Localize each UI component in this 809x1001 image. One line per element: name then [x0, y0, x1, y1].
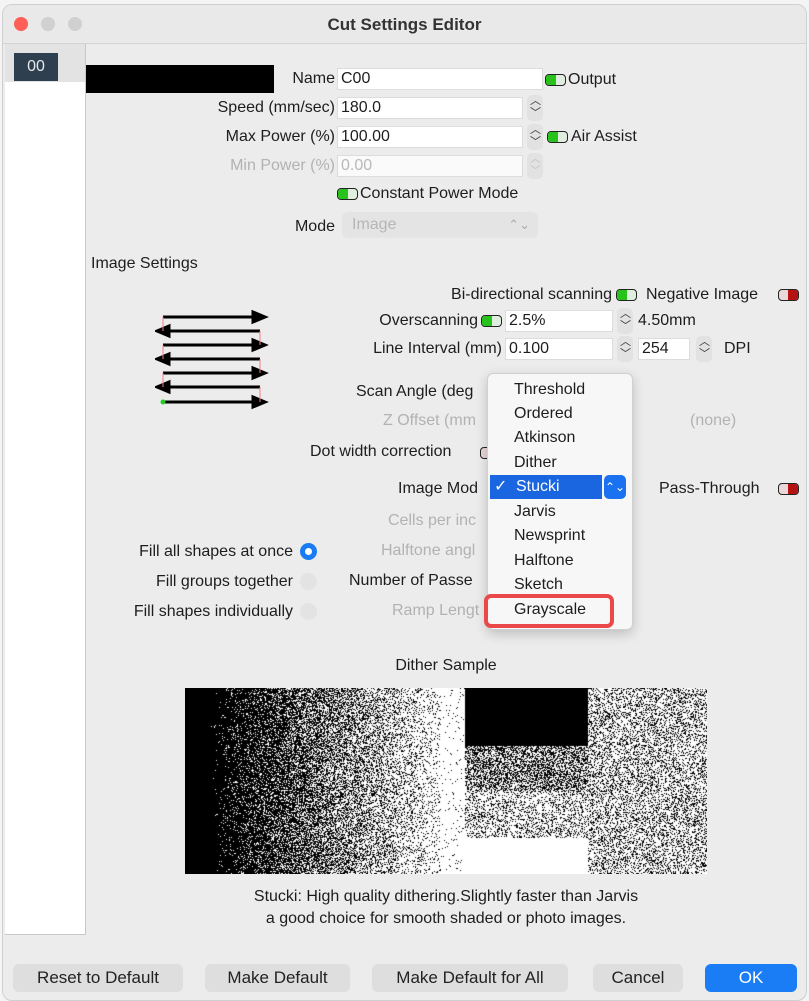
- ok-button[interactable]: OK: [705, 964, 797, 992]
- pass-through-toggle[interactable]: [778, 483, 799, 495]
- negative-image-label: Negative Image: [646, 286, 759, 303]
- menu-item-dither[interactable]: Dither: [488, 451, 632, 475]
- speed-stepper[interactable]: ︿ ﹀: [527, 95, 543, 121]
- image-mode-label: Image Mod: [398, 480, 479, 497]
- layer-item-00[interactable]: 00: [14, 53, 58, 81]
- fill-option-individual-label: Fill shapes individually: [133, 603, 293, 620]
- constant-power-toggle[interactable]: [337, 188, 358, 200]
- speed-input[interactable]: [337, 97, 523, 119]
- line-interval-input[interactable]: [505, 338, 613, 360]
- scan-pattern-diagram: [155, 309, 269, 410]
- overscanning-toggle[interactable]: [481, 315, 502, 327]
- make-default-button[interactable]: Make Default: [205, 964, 350, 992]
- cancel-button[interactable]: Cancel: [593, 964, 683, 992]
- cells-per-inch-label: Cells per inc: [388, 512, 477, 529]
- checkmark-icon: ✓: [494, 478, 508, 495]
- dpi-input[interactable]: [638, 338, 690, 360]
- max-power-input[interactable]: [337, 126, 523, 148]
- dot-width-label: Dot width correction: [310, 443, 452, 460]
- mode-select-value: Image: [352, 216, 397, 233]
- speed-label: Speed (mm/sec): [217, 99, 335, 116]
- overscanning-stepper[interactable]: ︿ ﹀: [617, 308, 633, 334]
- menu-item-newsprint[interactable]: Newsprint: [488, 524, 632, 548]
- menu-item-ordered[interactable]: Ordered: [488, 402, 632, 426]
- output-label: Output: [568, 71, 617, 88]
- negative-image-toggle[interactable]: [778, 289, 799, 301]
- max-power-label: Max Power (%): [225, 128, 335, 145]
- menu-item-stucki-label: Stucki: [516, 478, 560, 495]
- overscanning-input[interactable]: [505, 310, 613, 332]
- start-point-icon: [160, 399, 166, 405]
- max-power-stepper[interactable]: ︿ ﹀: [527, 124, 543, 150]
- output-toggle[interactable]: [545, 74, 566, 86]
- menu-item-threshold[interactable]: Threshold: [488, 378, 632, 402]
- ramp-length-label: Ramp Lengt: [392, 602, 480, 619]
- fill-option-individual-radio[interactable]: [300, 603, 317, 620]
- min-power-stepper: ︿ ﹀: [527, 153, 543, 179]
- menu-item-jarvis[interactable]: Jarvis: [488, 500, 632, 524]
- fill-option-groups-label: Fill groups together: [156, 573, 293, 590]
- constant-power-label: Constant Power Mode: [360, 185, 519, 202]
- image-settings-heading: Image Settings: [91, 255, 198, 272]
- reset-to-default-button[interactable]: Reset to Default: [13, 964, 183, 992]
- menu-item-atkinson[interactable]: Atkinson: [488, 426, 632, 450]
- image-mode-dropdown-menu: Threshold Ordered Atkinson Dither ✓ Stuck…: [487, 373, 633, 630]
- line-interval-label: Line Interval (mm): [373, 340, 502, 357]
- grayscale-annotation-box: [484, 594, 614, 628]
- dither-description-line1: Stucki: High quality dithering.Slightly …: [253, 888, 639, 905]
- scan-arrows: [155, 309, 269, 410]
- image-mode-select-chevron[interactable]: ⌃⌄: [604, 475, 626, 499]
- dpi-label: DPI: [724, 340, 751, 357]
- pass-through-label: Pass-Through: [659, 480, 760, 497]
- number-of-passes-label: Number of Passe: [349, 572, 473, 589]
- window-title: Cut Settings Editor: [327, 15, 482, 34]
- overscanning-distance: 4.50mm: [638, 312, 696, 329]
- title-bar: Cut Settings Editor: [3, 5, 806, 44]
- bidirectional-label: Bi-directional scanning: [451, 286, 612, 303]
- fill-option-groups-radio[interactable]: [300, 573, 317, 590]
- z-offset-none: (none): [690, 412, 737, 429]
- mode-label: Mode: [294, 218, 335, 235]
- menu-item-stucki[interactable]: ✓ Stucki: [490, 475, 602, 499]
- make-default-for-all-button[interactable]: Make Default for All: [372, 964, 568, 992]
- menu-item-halftone[interactable]: Halftone: [488, 549, 632, 573]
- halftone-angle-label: Halftone angl: [381, 542, 476, 559]
- fill-option-all-label: Fill all shapes at once: [139, 543, 293, 560]
- line-interval-stepper[interactable]: ︿ ﹀: [617, 336, 633, 362]
- layer-list[interactable]: 00: [5, 44, 86, 935]
- air-assist-toggle[interactable]: [547, 131, 568, 143]
- min-power-input: [337, 155, 523, 177]
- dither-sample-title: Dither Sample: [395, 657, 497, 674]
- z-offset-label: Z Offset (mm: [383, 412, 477, 429]
- scan-angle-label: Scan Angle (deg: [356, 383, 474, 400]
- dither-sample-image: [185, 688, 707, 874]
- overscanning-label: Overscanning: [379, 312, 478, 329]
- mode-select: Image ⌃⌄: [342, 212, 538, 238]
- bidirectional-toggle[interactable]: [616, 289, 637, 301]
- dither-description-line2: a good choice for smooth shaded or photo…: [265, 910, 627, 927]
- name-label: Name: [292, 70, 335, 87]
- chevron-updown-icon: ⌃⌄: [508, 217, 530, 232]
- min-power-label: Min Power (%): [230, 157, 335, 174]
- dpi-stepper[interactable]: ︿ ﹀: [696, 336, 712, 362]
- air-assist-label: Air Assist: [571, 128, 637, 145]
- name-input[interactable]: [337, 68, 543, 90]
- fill-option-all-radio[interactable]: [300, 543, 317, 560]
